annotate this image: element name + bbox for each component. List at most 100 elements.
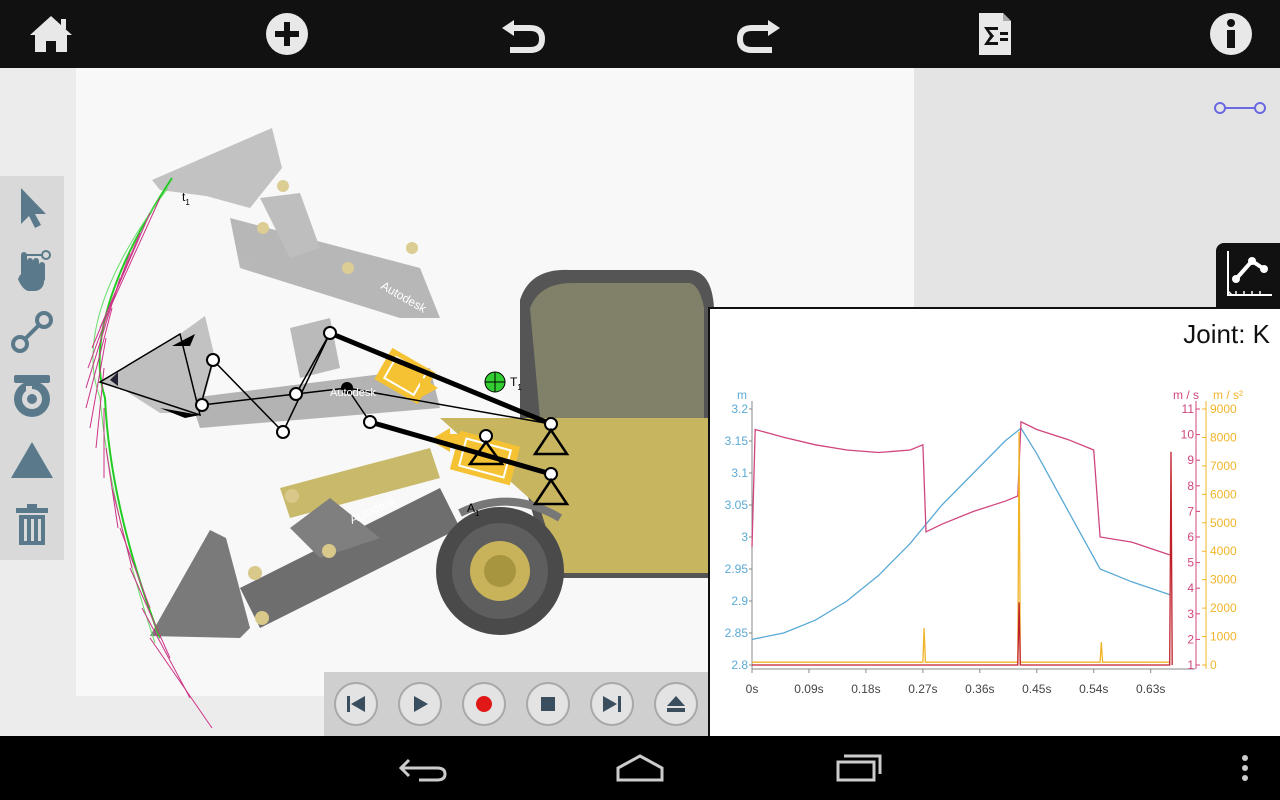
back-icon [399,758,447,782]
acceleration-tick-label: 9000 [1210,402,1237,416]
x-tick-label: 0.09s [794,682,823,696]
tracer-trajectory [85,177,213,729]
top-toolbar [0,0,1280,68]
velocity-tick-label: 2 [1187,632,1194,646]
velocity-tick-label: 6 [1187,530,1194,544]
joint-chart[interactable]: Joint: K m m / s m / s² 2.8 2.85 2.9 2.95 3 3.05 3… [710,309,1280,736]
link-icon [11,311,53,353]
acceleration-tick-label: 3000 [1210,573,1237,587]
acceleration-tick-label: 0 [1210,658,1217,672]
redo-icon [736,20,780,53]
x-tick-label: 0.54s [1079,682,1108,696]
equations-icon [979,13,1011,55]
velocity-tick-label: 7 [1187,504,1194,518]
velocity-tick-label: 4 [1187,581,1194,595]
delete-icon [16,504,48,545]
x-tick-label: 0.27s [908,682,937,696]
left-tick-label: 3.1 [731,466,748,480]
recents-icon [836,754,882,782]
left-axis-unit: m [737,388,747,402]
recents-button[interactable] [818,746,898,790]
x-tick-label: 0.63s [1136,682,1165,696]
info-button[interactable] [1203,8,1259,60]
home-nav-button[interactable] [600,746,680,790]
stop-icon [541,697,555,711]
back-button[interactable] [384,746,464,790]
home-button[interactable] [23,8,79,60]
add-icon [266,13,308,55]
skip-end-icon [603,696,621,712]
home-icon [30,16,72,52]
x-tick-label: 0s [746,682,759,696]
select-tool-button[interactable] [6,180,58,236]
velocity-tick-label: 10 [1181,428,1195,442]
ground-tool-button[interactable] [6,432,58,488]
stop-button[interactable] [526,682,570,726]
left-toolbar [0,176,64,560]
acceleration-tick-label: 5000 [1210,516,1237,530]
velocity-tick-label: 5 [1187,556,1194,570]
overflow-menu-icon [1242,755,1248,781]
undo-button[interactable] [495,8,551,60]
chart-title: Joint: K [1183,319,1270,349]
add-button[interactable] [259,8,315,60]
android-navbar [0,736,1280,800]
drag-tool-button[interactable] [6,242,58,298]
watermark-text-3: Autodesk [330,387,376,399]
graph-icon [1227,251,1272,296]
x-tick-label: 0.36s [965,682,994,696]
equations-button[interactable] [967,8,1023,60]
redo-button[interactable] [731,8,787,60]
drag-icon [18,250,51,291]
select-icon [21,188,46,228]
eject-button[interactable] [654,682,698,726]
acceleration-tick-label: 2000 [1210,601,1237,615]
velocity-tick-label: 9 [1187,453,1194,467]
left-tick-label: 3.15 [725,434,749,448]
acceleration-tick-label: 4000 [1210,544,1237,558]
acceleration-tick-label: 6000 [1210,487,1237,501]
series-line-2 [751,420,1170,556]
skip-start-icon [347,696,365,712]
left-tick-label: 3.05 [725,498,749,512]
x-tick-label: 0.45s [1022,682,1051,696]
left-tick-label: 3 [741,530,748,544]
velocity-tick-label: 3 [1187,607,1194,621]
left-tick-label: 2.8 [731,658,748,672]
record-icon [476,696,492,712]
record-button[interactable] [462,682,506,726]
acceleration-tick-label: 8000 [1210,430,1237,444]
skip-end-button[interactable] [590,682,634,726]
motor-icon [14,375,50,417]
velocity-tick-label: 11 [1182,402,1195,416]
acceleration-tick-label: 1000 [1210,630,1237,644]
acceleration-tick-label: 7000 [1210,459,1237,473]
velocity-tick-label: 1 [1187,658,1194,672]
dimension-icon[interactable] [1214,100,1266,116]
home-nav-icon [616,754,664,782]
left-tick-label: 2.9 [731,594,748,608]
motor-tool-button[interactable] [6,368,58,424]
loader-ghost-lowered [150,448,460,638]
series-line-1 [751,427,1170,641]
play-icon [414,696,428,712]
undo-icon [502,20,546,53]
series-line-3 [752,431,1170,663]
delete-tool-button[interactable] [6,496,58,552]
skip-start-button[interactable] [334,682,378,726]
left-tick-label: 2.95 [725,562,749,576]
playback-bar [324,672,710,736]
info-icon [1210,13,1252,55]
play-button[interactable] [398,682,442,726]
graph-tab[interactable] [1216,243,1280,307]
velocity-tick-label: 8 [1187,479,1194,493]
velocity-axis-unit: m / s [1173,388,1199,402]
graph-panel: Joint: K m m / s m / s² 2.8 2.85 2.9 2.95 3 3.05 3… [708,307,1280,736]
x-tick-label: 0.18s [851,682,880,696]
overflow-menu-button[interactable] [1205,746,1280,790]
ground-icon [11,442,53,478]
eject-icon [667,696,685,712]
acceleration-axis-unit: m / s² [1213,388,1243,402]
left-tick-label: 3.2 [731,402,748,416]
link-tool-button[interactable] [6,304,58,360]
